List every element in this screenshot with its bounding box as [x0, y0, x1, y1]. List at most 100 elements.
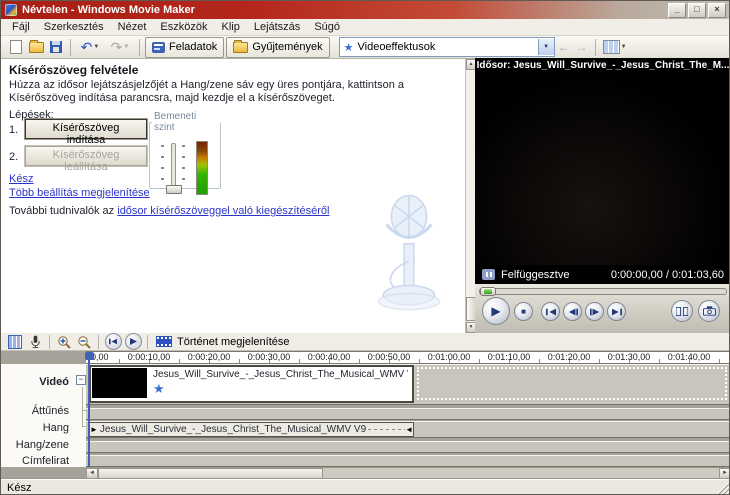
video-clip-title: Jesus_Will_Survive_-_Jesus_Christ_The_Mu…: [153, 369, 408, 380]
stop-icon: ■: [521, 307, 526, 316]
collections-folder-icon: [233, 39, 249, 53]
stop-button[interactable]: ■: [514, 302, 533, 321]
redo-icon: ↷: [110, 39, 123, 55]
show-storyboard-button[interactable]: Történet megjelenítése: [152, 335, 294, 349]
zoom-out-button[interactable]: [74, 334, 94, 350]
movie-maker-window: Névtelen - Windows Movie Maker _ □ × Fáj…: [0, 0, 730, 495]
step-forward-button[interactable]: [585, 302, 604, 321]
audio-music-track-lane[interactable]: [86, 441, 729, 453]
status-text: Kész: [7, 482, 32, 494]
title-bar[interactable]: Névtelen - Windows Movie Maker _ □ ×: [1, 1, 729, 19]
rewind-timeline-button[interactable]: [103, 333, 123, 350]
audio-waveform: [368, 429, 406, 430]
menu-file[interactable]: Fájl: [5, 20, 37, 34]
empty-track-selection: [417, 367, 727, 400]
more-settings-link[interactable]: Több beállítás megjelenítése: [9, 187, 150, 199]
menu-view[interactable]: Nézet: [111, 20, 154, 34]
previous-frame-button[interactable]: [541, 302, 560, 321]
menu-play[interactable]: Lejátszás: [247, 20, 307, 34]
resize-grip[interactable]: [717, 482, 729, 494]
track-label-title-overlay: Címfelirat: [21, 455, 69, 467]
save-icon: [50, 41, 62, 53]
step-back-button[interactable]: [563, 302, 582, 321]
navigate-back-button[interactable]: ←: [555, 38, 573, 56]
step-forward-icon: [589, 308, 599, 315]
input-level-slider-thumb[interactable]: [166, 185, 182, 194]
learn-more-link[interactable]: idősor kísérőszöveggel való kiegészítésé…: [117, 205, 329, 217]
ruler-tick: 0:00:50,00: [367, 352, 411, 362]
title-overlay-track-lane[interactable]: [86, 455, 729, 467]
playhead-line[interactable]: [88, 352, 90, 467]
window-title: Névtelen - Windows Movie Maker: [22, 4, 195, 16]
track-label-audio: Hang: [42, 422, 69, 434]
camera-icon: [702, 306, 716, 316]
zoom-in-icon: [58, 335, 71, 349]
playback-time: 0:00:00,00 / 0:01:03,60: [610, 268, 724, 281]
save-project-button[interactable]: [46, 38, 66, 57]
redo-button[interactable]: ↷ ▼: [105, 38, 135, 57]
scroll-left-button[interactable]: ◄: [86, 468, 98, 479]
playback-status: Felfüggesztve: [501, 268, 570, 281]
next-frame-button[interactable]: [607, 302, 626, 321]
timeline-view-button[interactable]: [5, 334, 25, 350]
redo-dropdown-icon[interactable]: ▼: [123, 44, 129, 50]
close-button[interactable]: ×: [708, 2, 726, 18]
take-picture-button[interactable]: [698, 300, 720, 322]
microphone-icon: [30, 335, 40, 348]
rewind-icon: [109, 338, 117, 345]
split-clip-button[interactable]: [671, 300, 693, 322]
monitor-title: Idősor: Jesus_Will_Survive_-_Jesus_Chris…: [475, 58, 730, 73]
status-bar: Kész: [1, 479, 729, 494]
play-timeline-button[interactable]: [123, 333, 143, 350]
tasks-label: Feladatok: [169, 41, 218, 53]
collection-combobox-value: Videoeffektusok: [357, 41, 436, 53]
tasks-button[interactable]: Feladatok: [145, 36, 225, 58]
clip-right-trim-handle[interactable]: ◄: [405, 423, 413, 436]
scroll-right-button[interactable]: ►: [719, 468, 729, 479]
learn-more-text: További tudnivalók az idősor kísérőszöve…: [9, 205, 329, 217]
views-dropdown-icon[interactable]: ▼: [621, 44, 627, 50]
show-storyboard-label: Történet megjelenítése: [177, 335, 290, 348]
views-grid-icon: [602, 40, 620, 54]
narrate-timeline-button[interactable]: [25, 334, 45, 350]
clip-left-trim-handle[interactable]: ►: [90, 423, 98, 436]
separator: [147, 334, 148, 349]
menu-tools[interactable]: Eszközök: [153, 20, 214, 34]
step1-number: 1.: [9, 124, 19, 136]
zoom-in-button[interactable]: [54, 334, 74, 350]
task-pane-title: Kísérőszöveg felvétele: [9, 63, 139, 77]
video-clip[interactable]: Jesus_Will_Survive_-_Jesus_Christ_The_Mu…: [89, 365, 414, 403]
open-project-button[interactable]: [26, 38, 46, 57]
timeline-horizontal-scrollbar[interactable]: ◄ ►: [86, 467, 729, 479]
menu-bar: Fájl Szerkesztés Nézet Eszközök Klip Lej…: [1, 19, 729, 36]
menu-clip[interactable]: Klip: [214, 20, 246, 34]
ruler-tick: 0:01:20,00: [547, 352, 591, 362]
seek-thumb[interactable]: [480, 287, 496, 296]
play-button[interactable]: ▶: [482, 297, 510, 325]
audio-clip[interactable]: ► Jesus_Will_Survive_-_Jesus_Christ_The_…: [89, 422, 414, 437]
combobox-dropdown-button[interactable]: ▼: [537, 39, 554, 55]
navigate-forward-button[interactable]: →: [573, 38, 591, 56]
undo-dropdown-icon[interactable]: ▼: [93, 44, 99, 50]
clip-thumbnail: [92, 368, 147, 398]
start-narration-button[interactable]: Kísérőszöveg indítása: [25, 119, 147, 146]
tasks-icon: [152, 41, 165, 53]
collection-combobox[interactable]: ★ Videoeffektusok ▼: [338, 37, 555, 57]
maximize-button[interactable]: □: [688, 2, 706, 18]
menu-edit[interactable]: Szerkesztés: [37, 20, 111, 34]
undo-button[interactable]: ↶ ▼: [75, 38, 105, 57]
learn-more-prefix: További tudnivalók az: [9, 205, 115, 217]
menu-help[interactable]: Súgó: [307, 20, 347, 34]
done-link[interactable]: Kész: [9, 173, 33, 185]
transition-track-lane[interactable]: [86, 408, 729, 420]
minimize-button[interactable]: _: [668, 2, 686, 18]
collections-button[interactable]: Gyűjtemények: [226, 36, 330, 58]
play-icon: ▶: [491, 304, 501, 318]
timeline-scroll-thumb[interactable]: [98, 468, 323, 479]
new-project-button[interactable]: [6, 38, 26, 57]
input-level-meter: [196, 141, 208, 195]
seek-bar[interactable]: [479, 288, 727, 295]
views-button[interactable]: ▼: [600, 38, 630, 57]
video-preview: [475, 73, 729, 265]
collapse-video-track-button[interactable]: −: [76, 375, 86, 385]
